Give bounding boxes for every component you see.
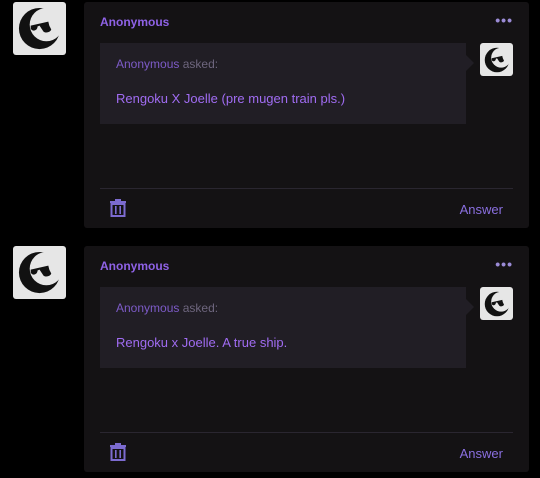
asker-avatar-icon[interactable] — [480, 287, 513, 320]
asked-label: asked: — [182, 57, 219, 71]
asker-avatar-icon[interactable] — [480, 43, 513, 76]
answer-button[interactable]: Answer — [460, 446, 503, 461]
ask-card: Anonymous ••• Anonymous asked: Rengoku x… — [84, 246, 529, 472]
answer-button[interactable]: Answer — [460, 202, 503, 217]
post-author-name[interactable]: Anonymous — [100, 259, 169, 273]
asker-line: Anonymous asked: — [116, 57, 218, 71]
ask-card: Anonymous ••• Anonymous asked: Rengoku X… — [84, 2, 529, 228]
footer-divider — [100, 432, 513, 433]
asker-name[interactable]: Anonymous — [116, 57, 179, 71]
trash-icon[interactable] — [110, 199, 126, 217]
anonymous-avatar-icon[interactable] — [13, 2, 66, 55]
more-options-icon[interactable]: ••• — [495, 12, 513, 28]
more-options-icon[interactable]: ••• — [495, 256, 513, 272]
asker-name[interactable]: Anonymous — [116, 301, 179, 315]
ask-post: Anonymous ••• Anonymous asked: Rengoku X… — [0, 0, 540, 232]
ask-bubble: Anonymous asked: Rengoku X Joelle (pre m… — [100, 43, 474, 124]
asker-line: Anonymous asked: — [116, 301, 218, 315]
ask-bubble: Anonymous asked: Rengoku x Joelle. A tru… — [100, 287, 474, 368]
trash-icon[interactable] — [110, 443, 126, 461]
question-text: Rengoku x Joelle. A true ship. — [116, 335, 288, 350]
asked-label: asked: — [182, 301, 219, 315]
post-author-name[interactable]: Anonymous — [100, 15, 169, 29]
footer-divider — [100, 188, 513, 189]
ask-post: Anonymous ••• Anonymous asked: Rengoku x… — [0, 244, 540, 476]
question-text: Rengoku X Joelle (pre mugen train pls.) — [116, 91, 346, 106]
anonymous-avatar-icon[interactable] — [13, 246, 66, 299]
